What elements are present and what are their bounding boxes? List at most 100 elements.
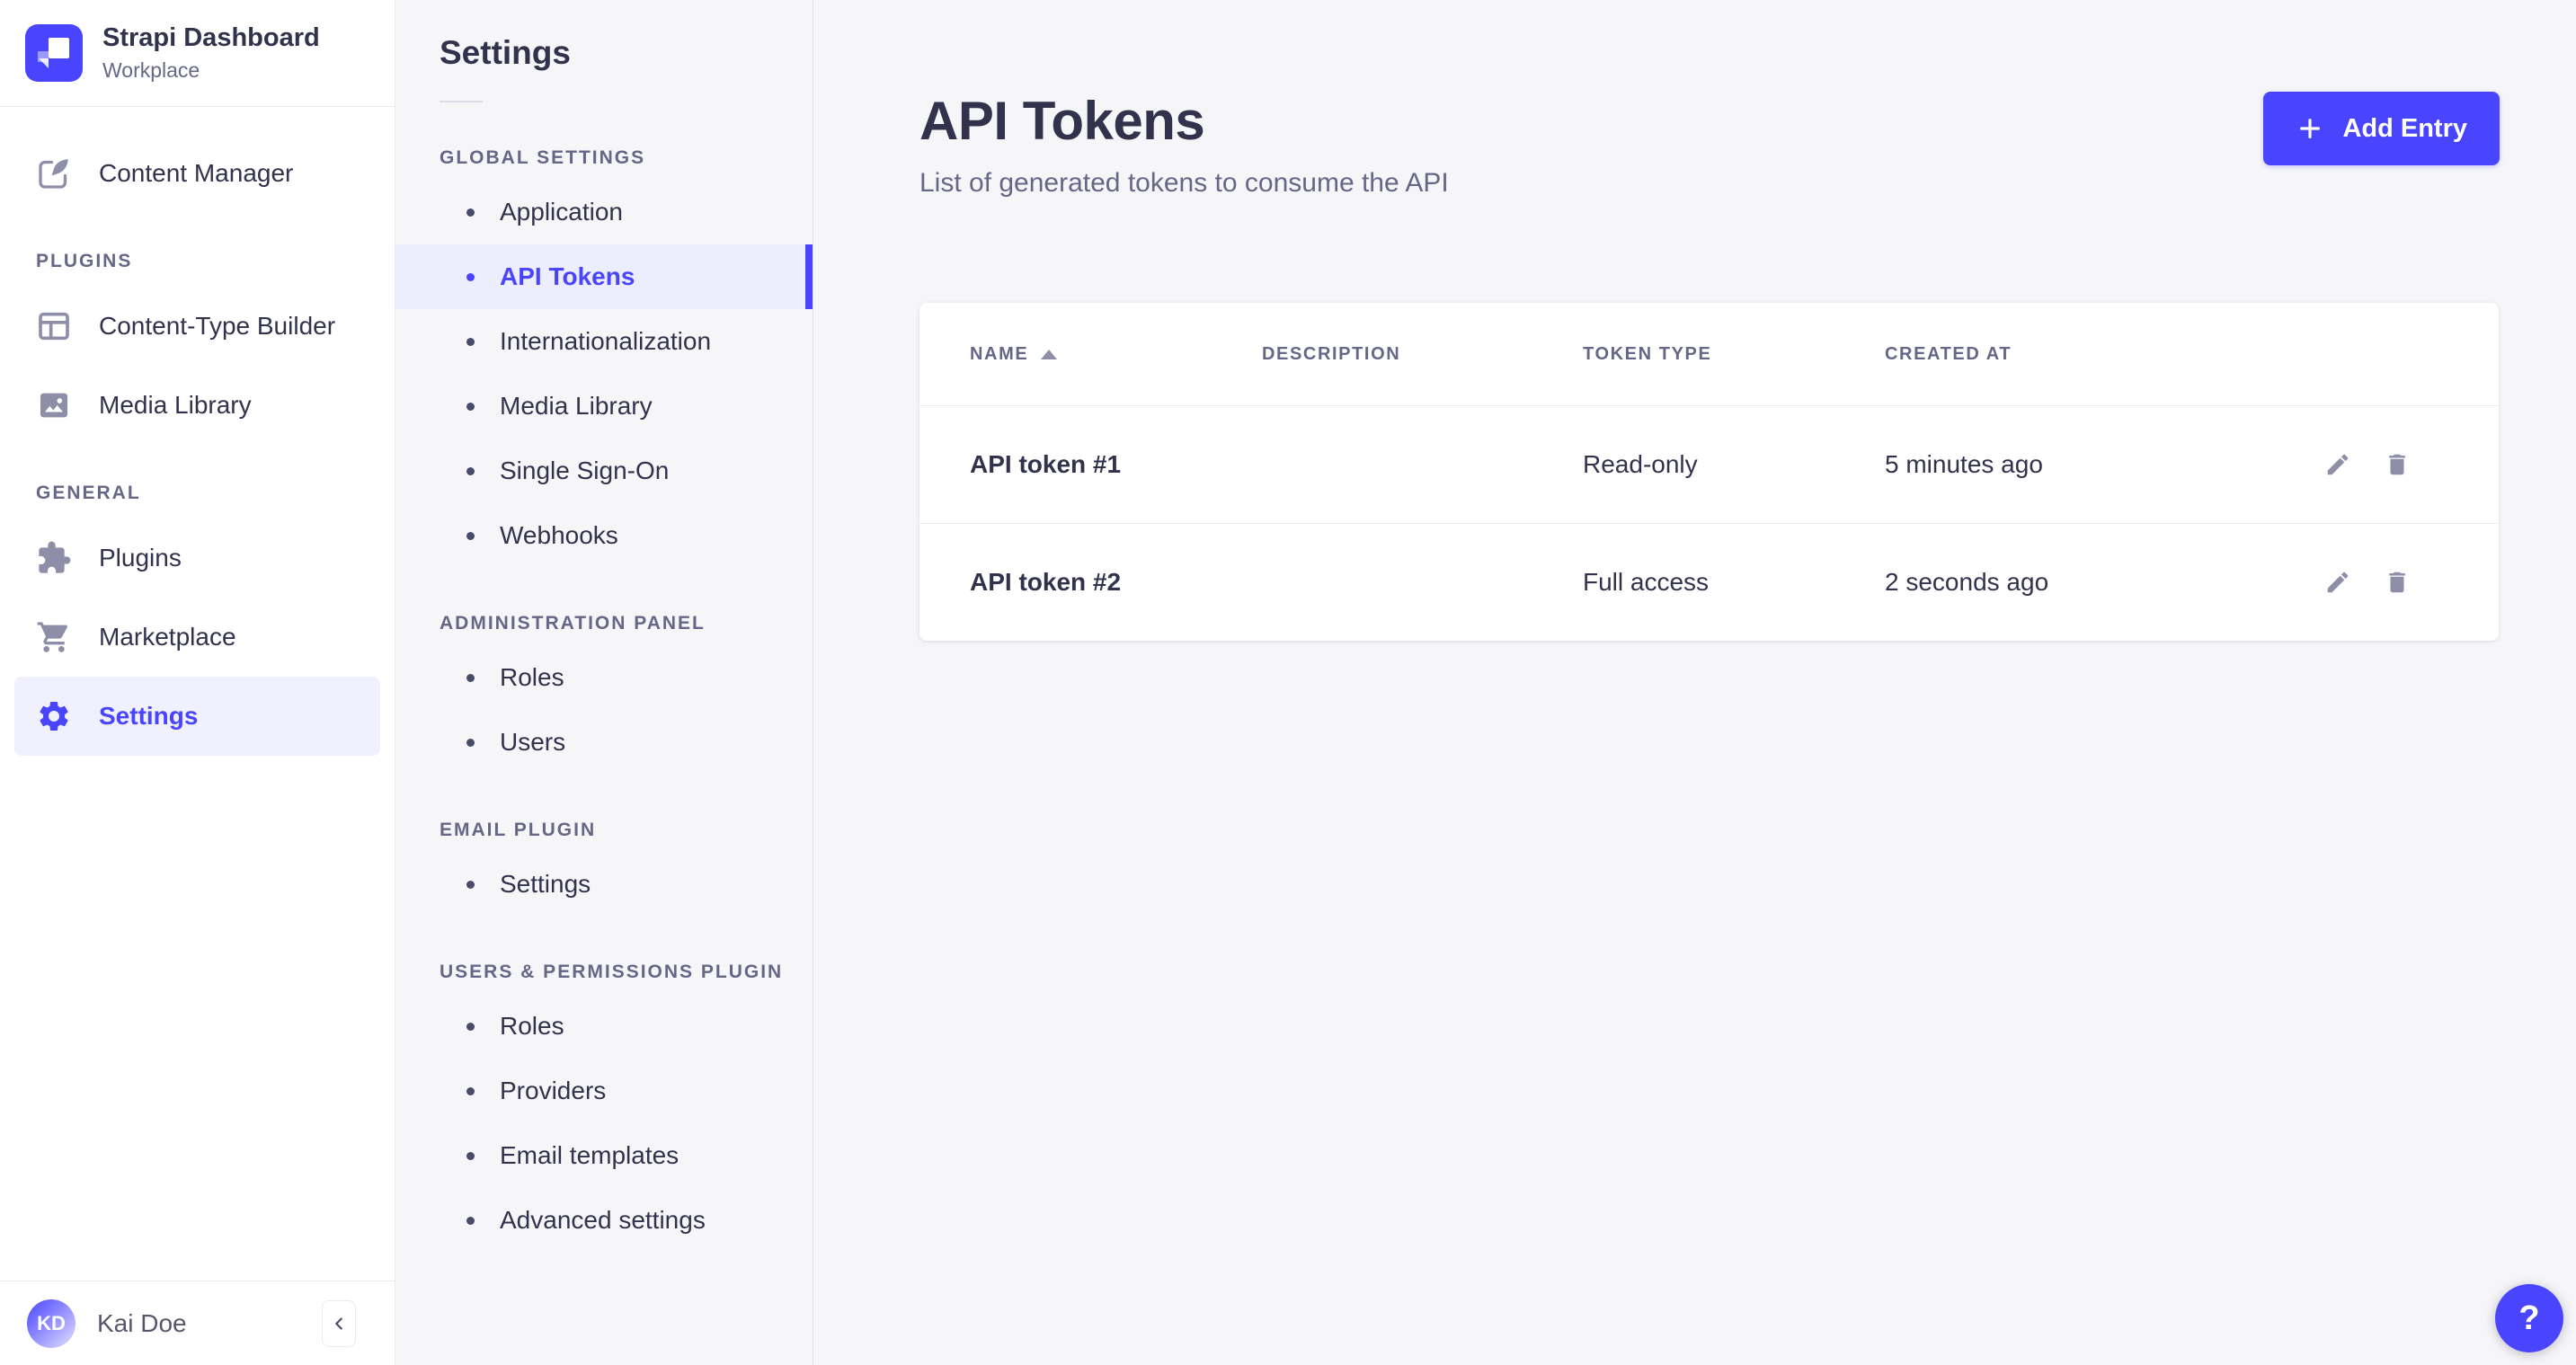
column-header-created-at[interactable]: Created at — [1885, 344, 2305, 365]
edit-button[interactable] — [2323, 449, 2353, 480]
avatar[interactable]: KD — [27, 1299, 76, 1348]
subnav-item-label: Users — [500, 728, 565, 757]
subnav-section-email-plugin: EMAIL PLUGIN — [440, 820, 813, 841]
table-row[interactable]: API token #2 Full access 2 seconds ago — [919, 523, 2499, 641]
subnav-item-label: Providers — [500, 1077, 606, 1105]
app-root: Strapi Dashboard Workplace Content Manag… — [0, 0, 2576, 1365]
column-header-token-type[interactable]: Token type — [1583, 344, 1885, 365]
page-header-text: API Tokens List of generated tokens to c… — [919, 90, 1449, 199]
subnav-item-label: Settings — [500, 870, 591, 899]
sidebar-item-label: Settings — [99, 702, 198, 731]
subnav-item-label: Advanced settings — [500, 1206, 706, 1235]
token-name: API token #2 — [970, 568, 1262, 597]
add-entry-button[interactable]: Add Entry — [2263, 92, 2500, 165]
subnav-item-application[interactable]: Application — [395, 180, 813, 244]
subnav-item-email-templates[interactable]: Email templates — [395, 1123, 813, 1188]
delete-trash-icon — [2384, 569, 2411, 596]
brand-title: Strapi Dashboard — [102, 23, 320, 53]
bullet-icon — [466, 674, 475, 682]
bullet-icon — [466, 1217, 475, 1225]
sidebar-item-label: Content Manager — [99, 159, 293, 188]
subnav-item-media-library[interactable]: Media Library — [395, 374, 813, 439]
settings-subnav: Settings GLOBAL SETTINGS Application API… — [395, 0, 813, 1365]
sidebar-item-content-type-builder[interactable]: Content-Type Builder — [14, 287, 380, 366]
bullet-icon — [466, 467, 475, 475]
media-library-icon — [36, 387, 72, 423]
subnav-item-admin-roles[interactable]: Roles — [395, 645, 813, 710]
add-entry-label: Add Entry — [2342, 114, 2467, 144]
subnav-item-label: Media Library — [500, 392, 653, 421]
sidebar-item-label: Marketplace — [99, 623, 236, 651]
bullet-icon — [466, 273, 475, 281]
subnav-item-internationalization[interactable]: Internationalization — [395, 309, 813, 374]
table-row[interactable]: API token #1 Read-only 5 minutes ago — [919, 405, 2499, 523]
subnav-item-label: Webhooks — [500, 521, 618, 550]
sidebar-item-label: Media Library — [99, 391, 252, 420]
subnav-item-advanced-settings[interactable]: Advanced settings — [395, 1188, 813, 1253]
row-actions — [2305, 567, 2448, 598]
sidebar-item-settings[interactable]: Settings — [14, 677, 380, 756]
subnav-divider — [440, 101, 483, 102]
subnav-item-up-roles[interactable]: Roles — [395, 994, 813, 1059]
content-type-builder-icon — [36, 308, 72, 344]
delete-button[interactable] — [2382, 449, 2412, 480]
edit-pencil-icon — [2324, 451, 2351, 478]
chevron-left-icon — [329, 1314, 349, 1334]
help-button[interactable]: ? — [2495, 1284, 2563, 1352]
sidebar-section-plugins: PLUGINS — [36, 251, 395, 272]
token-name: API token #1 — [970, 450, 1262, 479]
column-header-name[interactable]: Name — [970, 344, 1262, 365]
subnav-item-providers[interactable]: Providers — [395, 1059, 813, 1123]
subnav-item-label: Application — [500, 198, 623, 226]
delete-button[interactable] — [2382, 567, 2412, 598]
page-title: API Tokens — [919, 90, 1449, 152]
subnav-title: Settings — [440, 34, 813, 72]
sidebar-nav-list: Content Manager PLUGINS Content-Type Bui… — [0, 107, 395, 1281]
page-subtitle: List of generated tokens to consume the … — [919, 168, 1449, 199]
user-name[interactable]: Kai Doe — [97, 1309, 187, 1338]
gear-icon — [36, 698, 72, 734]
subnav-item-label: Roles — [500, 663, 564, 692]
subnav-section-administration-panel: ADMINISTRATION PANEL — [440, 613, 813, 634]
sidebar-collapse-button[interactable] — [322, 1300, 356, 1347]
brand-subtitle: Workplace — [102, 58, 320, 83]
api-tokens-table-card: Name Description Token type Created at A… — [919, 303, 2499, 641]
token-type: Read-only — [1583, 450, 1885, 479]
marketplace-icon — [36, 619, 72, 655]
bullet-icon — [466, 1152, 475, 1160]
subnav-item-webhooks[interactable]: Webhooks — [395, 503, 813, 568]
column-header-description[interactable]: Description — [1262, 344, 1583, 365]
subnav-section-users-permissions-plugin: USERS & PERMISSIONS PLUGIN — [440, 962, 813, 983]
subnav-item-label: Roles — [500, 1012, 564, 1041]
help-question-label: ? — [2518, 1299, 2539, 1338]
bullet-icon — [466, 1087, 475, 1095]
page-header: API Tokens List of generated tokens to c… — [919, 0, 2576, 199]
sidebar-item-marketplace[interactable]: Marketplace — [14, 598, 380, 677]
table-header-row: Name Description Token type Created at — [919, 303, 2499, 405]
brand-area[interactable]: Strapi Dashboard Workplace — [0, 0, 395, 107]
sidebar-section-general: GENERAL — [36, 483, 395, 504]
subnav-item-label: Internationalization — [500, 327, 711, 356]
edit-button[interactable] — [2323, 567, 2353, 598]
bullet-icon — [466, 208, 475, 217]
token-created-at: 2 seconds ago — [1885, 568, 2305, 597]
subnav-item-email-settings[interactable]: Settings — [395, 852, 813, 917]
sidebar-item-media-library[interactable]: Media Library — [14, 366, 380, 445]
subnav-section-global-settings: GLOBAL SETTINGS — [440, 147, 813, 169]
sidebar-item-plugins[interactable]: Plugins — [14, 519, 380, 598]
content-manager-icon — [36, 155, 72, 191]
strapi-logo-icon — [25, 24, 83, 82]
bullet-icon — [466, 1023, 475, 1031]
subnav-item-single-sign-on[interactable]: Single Sign-On — [395, 439, 813, 503]
sort-asc-icon[interactable] — [1041, 350, 1057, 359]
subnav-item-label: Email templates — [500, 1141, 679, 1170]
plugins-icon — [36, 540, 72, 576]
edit-pencil-icon — [2324, 569, 2351, 596]
delete-trash-icon — [2384, 451, 2411, 478]
sidebar-item-content-manager[interactable]: Content Manager — [14, 134, 380, 213]
subnav-item-admin-users[interactable]: Users — [395, 710, 813, 775]
bullet-icon — [466, 739, 475, 747]
token-type: Full access — [1583, 568, 1885, 597]
main-sidebar: Strapi Dashboard Workplace Content Manag… — [0, 0, 395, 1365]
subnav-item-api-tokens[interactable]: API Tokens — [395, 244, 813, 309]
